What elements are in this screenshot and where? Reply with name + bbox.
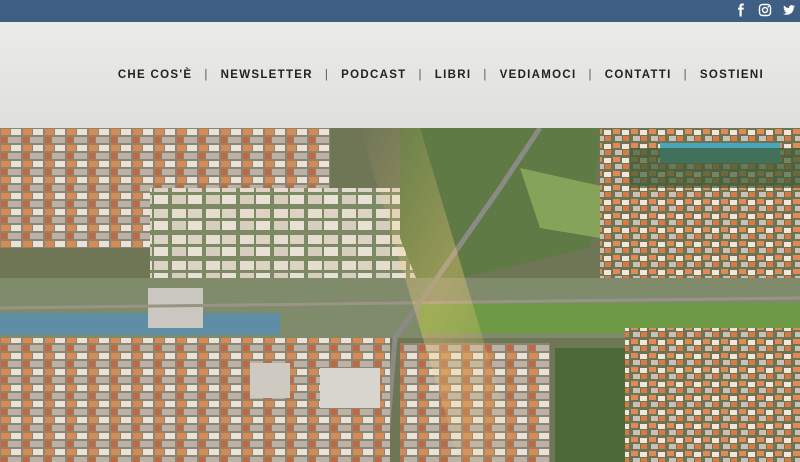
facebook-icon[interactable] [734, 3, 748, 17]
social-links [734, 3, 796, 17]
nav-separator: | [324, 69, 330, 81]
hero-aerial-city-image [0, 128, 800, 462]
nav-separator: | [483, 69, 488, 81]
instagram-icon[interactable] [758, 3, 772, 17]
top-bar [0, 0, 800, 22]
nav-separator: | [418, 69, 423, 81]
nav-item-sostieni[interactable]: SOSTIENI [700, 69, 764, 81]
site-header: CHE COS'È | NEWSLETTER | PODCAST | LIBRI… [0, 22, 800, 128]
nav-item-che-cose[interactable]: CHE COS'È [118, 69, 193, 81]
nav-separator: | [588, 69, 593, 81]
main-navigation: CHE COS'È | NEWSLETTER | PODCAST | LIBRI… [118, 69, 764, 81]
nav-item-libri[interactable]: LIBRI [435, 69, 472, 81]
aerial-city-illustration [0, 128, 800, 462]
nav-item-newsletter[interactable]: NEWSLETTER [221, 69, 313, 81]
nav-separator: | [683, 69, 688, 81]
twitter-icon[interactable] [782, 3, 796, 17]
nav-item-podcast[interactable]: PODCAST [341, 69, 406, 81]
nav-separator: | [204, 69, 209, 81]
nav-item-contatti[interactable]: CONTATTI [605, 69, 672, 81]
nav-item-vediamoci[interactable]: VEDIAMOCI [500, 69, 577, 81]
